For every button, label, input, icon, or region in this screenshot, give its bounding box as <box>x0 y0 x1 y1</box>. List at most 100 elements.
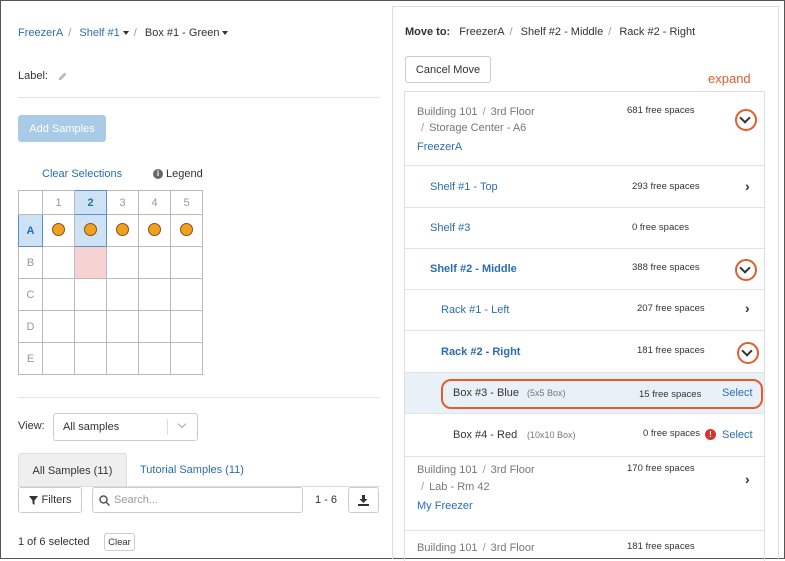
location-row-shelf2[interactable]: Shelf #2 - Middle 388 free spaces <box>405 249 764 290</box>
row-header-c[interactable]: C <box>18 278 43 311</box>
legend-link[interactable]: i Legend <box>153 168 203 180</box>
location-row-box3[interactable]: Box #3 - Blue (5x5 Box) 15 free spaces S… <box>405 373 764 414</box>
select-button[interactable]: Select <box>722 429 753 441</box>
box-dropdown-icon[interactable] <box>222 31 229 36</box>
location-row-rack2[interactable]: Rack #2 - Right 181 free spaces <box>405 331 764 373</box>
location-name: Box #4 - Red <box>453 429 518 441</box>
path-floor: 3rd Floor <box>490 542 535 554</box>
box-grid: 1 2 3 4 5 A B C D E <box>18 190 203 375</box>
grid-cell[interactable] <box>170 342 203 375</box>
select-button[interactable]: Select <box>722 387 753 399</box>
grid-cell[interactable] <box>42 278 75 311</box>
grid-cell[interactable] <box>138 214 171 247</box>
clear-selection-button[interactable]: Clear <box>104 533 135 551</box>
pencil-icon[interactable] <box>57 71 68 82</box>
grid-cell[interactable] <box>106 310 139 343</box>
location-name[interactable]: FreezerA <box>417 141 462 153</box>
row-header-a[interactable]: A <box>18 214 43 247</box>
grid-cell[interactable] <box>170 246 203 279</box>
sample-dot <box>148 222 161 236</box>
label-row: Label: <box>18 70 68 82</box>
tab-all-samples[interactable]: All Samples (11) <box>18 453 127 487</box>
grid-cell[interactable] <box>170 214 203 247</box>
grid-cell[interactable] <box>74 310 107 343</box>
chevron-right-icon[interactable]: › <box>745 300 750 316</box>
shelf-dropdown-icon[interactable] <box>122 31 129 36</box>
location-row-shelf1[interactable]: Shelf #1 - Top 293 free spaces › <box>405 167 764 208</box>
grid-cell[interactable] <box>138 342 171 375</box>
move-to-path: Move to: FreezerA / Shelf #2 - Middle / Ra… <box>405 26 696 38</box>
location-row-rack1[interactable]: Rack #1 - Left 207 free spaces › <box>405 290 764 331</box>
col-header-1[interactable]: 1 <box>42 190 75 215</box>
grid-cell[interactable] <box>138 310 171 343</box>
grid-cell[interactable] <box>106 278 139 311</box>
chevron-down-icon <box>177 419 187 429</box>
row-header-d[interactable]: D <box>18 310 43 343</box>
grid-cell[interactable] <box>170 310 203 343</box>
location-row-myfreezer[interactable]: Building 101/3rd Floor / Lab - Rm 42 My F… <box>405 457 764 531</box>
grid-cell[interactable] <box>106 342 139 375</box>
filter-icon <box>28 495 38 505</box>
location-name[interactable]: Shelf #2 - Middle <box>430 263 517 275</box>
filters-button[interactable]: Filters <box>18 487 82 513</box>
grid-corner <box>18 190 43 215</box>
breadcrumb-freezer[interactable]: FreezerA <box>18 27 63 39</box>
grid-cell[interactable] <box>74 214 107 247</box>
sample-dot <box>84 222 97 236</box>
location-name[interactable]: Shelf #1 - Top <box>430 181 498 193</box>
breadcrumb-box[interactable]: Box #1 - Green <box>145 27 220 39</box>
grid-cell[interactable] <box>74 278 107 311</box>
col-header-3[interactable]: 3 <box>106 190 139 215</box>
search-placeholder: Search... <box>114 494 159 506</box>
view-label: View: <box>18 420 45 432</box>
location-row-shelf3[interactable]: Shelf #3 0 free spaces <box>405 208 764 249</box>
grid-cell[interactable] <box>170 278 203 311</box>
location-row-building[interactable]: Building 101/3rd Floor 181 free spaces <box>405 531 764 561</box>
grid-cell[interactable] <box>42 310 75 343</box>
grid-cell[interactable] <box>138 278 171 311</box>
collapse-chevron-icon[interactable] <box>735 109 757 131</box>
export-button[interactable] <box>348 487 379 513</box>
sample-dot <box>180 222 193 236</box>
location-name[interactable]: My Freezer <box>417 500 473 512</box>
search-input[interactable]: Search... <box>92 487 303 513</box>
grid-cell[interactable] <box>42 214 75 247</box>
view-select-value: All samples <box>63 421 120 433</box>
chevron-right-icon[interactable]: › <box>745 178 750 194</box>
location-row-box4[interactable]: Box #4 - Red (10x10 Box) 0 free spaces !… <box>405 414 764 457</box>
tab-tutorial-samples[interactable]: Tutorial Samples (11) <box>140 464 244 476</box>
location-name[interactable]: Rack #2 - Right <box>441 346 520 358</box>
cancel-move-button[interactable]: Cancel Move <box>405 56 491 83</box>
grid-cell[interactable] <box>74 246 107 279</box>
grid-cell[interactable] <box>106 214 139 247</box>
row-header-e[interactable]: E <box>18 342 43 375</box>
grid-cell[interactable] <box>106 246 139 279</box>
clear-selections-link[interactable]: Clear Selections <box>42 168 122 180</box>
grid-cell[interactable] <box>74 342 107 375</box>
collapse-chevron-icon[interactable] <box>735 259 757 281</box>
col-header-4[interactable]: 4 <box>138 190 171 215</box>
col-header-5[interactable]: 5 <box>170 190 203 215</box>
grid-cell[interactable] <box>42 246 75 279</box>
location-name[interactable]: Shelf #3 <box>430 222 470 234</box>
location-name[interactable]: Rack #1 - Left <box>441 304 509 316</box>
chevron-right-icon[interactable]: › <box>745 471 750 487</box>
free-spaces: 388 free spaces <box>632 262 700 273</box>
breadcrumb-shelf[interactable]: Shelf #1 <box>79 27 119 39</box>
row-header-b[interactable]: B <box>18 246 43 279</box>
grid-cell[interactable] <box>138 246 171 279</box>
location-row-freezera[interactable]: Building 101/3rd Floor / Storage Center -… <box>405 92 764 166</box>
view-select[interactable]: All samples <box>53 413 198 441</box>
path-building: Building 101 <box>417 106 478 118</box>
grid-cell[interactable] <box>42 342 75 375</box>
free-spaces: 681 free spaces <box>627 105 695 116</box>
location-list: Building 101/3rd Floor / Storage Center -… <box>404 91 765 561</box>
path-building: Building 101 <box>417 464 478 476</box>
add-samples-button[interactable]: Add Samples <box>18 115 106 142</box>
col-header-2[interactable]: 2 <box>74 190 107 215</box>
location-path-2: / Storage Center - A6 <box>421 122 527 134</box>
free-spaces: 207 free spaces <box>637 303 705 314</box>
collapse-chevron-icon[interactable] <box>737 342 759 364</box>
free-spaces: 170 free spaces <box>627 463 695 474</box>
sample-dot <box>52 222 65 236</box>
